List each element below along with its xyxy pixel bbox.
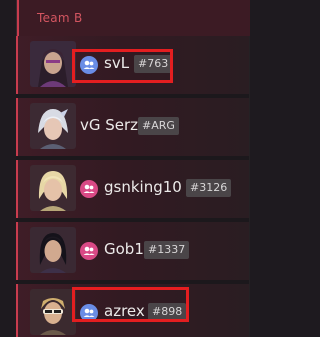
player-name: vG Serz <box>80 116 139 134</box>
player-name: gsnking10 <box>104 178 182 196</box>
player-tag: #ARG <box>138 117 179 135</box>
highlight-box <box>72 49 173 83</box>
player-row-vg-serz[interactable]: vG Serz #ARG <box>16 98 249 156</box>
user-icon <box>80 180 98 198</box>
agent-avatar <box>30 165 76 211</box>
agent-avatar <box>30 289 76 335</box>
agent-avatar <box>30 227 76 273</box>
player-row-gsnking10[interactable]: gsnking10 #3126 <box>16 160 249 218</box>
user-icon <box>80 242 98 260</box>
player-tag: #3126 <box>186 179 232 197</box>
player-tag: #1337 <box>144 241 190 259</box>
highlight-box <box>72 287 189 322</box>
team-title: Team B <box>37 11 83 25</box>
agent-avatar <box>30 41 76 87</box>
player-row-gob1[interactable]: Gob1 #1337 <box>16 222 249 280</box>
player-name: Gob1 <box>104 240 144 258</box>
team-header: Team B <box>17 0 250 36</box>
agent-avatar <box>30 103 76 149</box>
